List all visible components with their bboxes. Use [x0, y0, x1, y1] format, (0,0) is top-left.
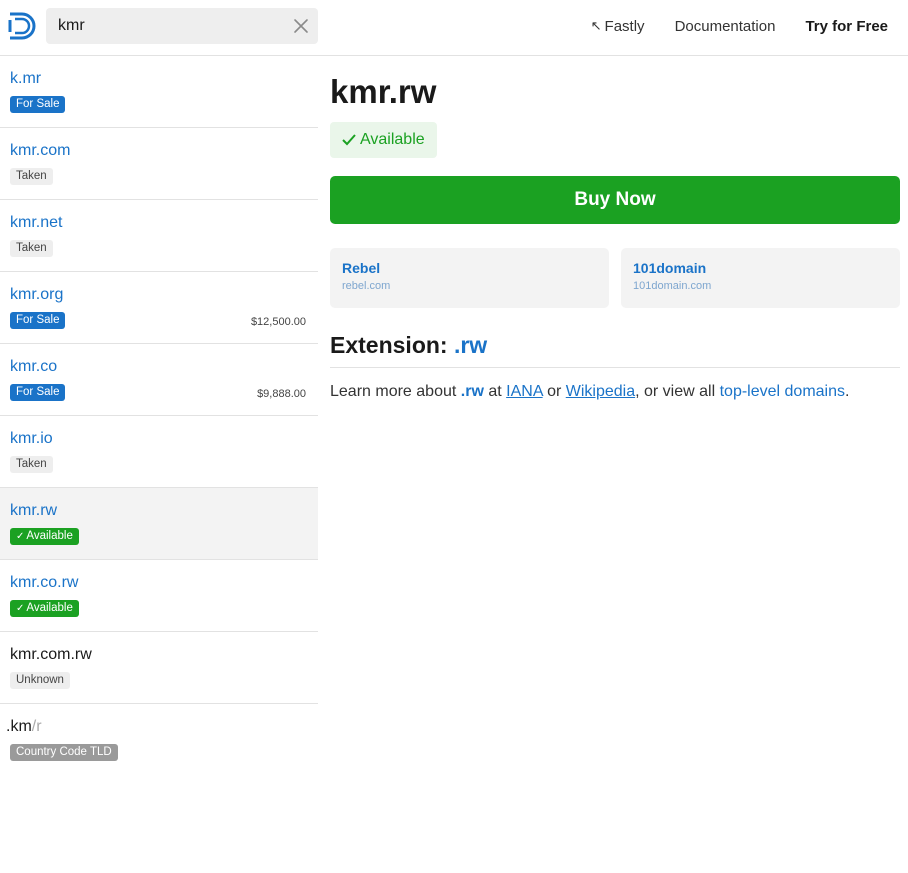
status-badge: For Sale [10, 384, 66, 401]
learn-ext: .rw [460, 383, 484, 400]
result-domain: kmr.net [10, 214, 63, 231]
tld-suffix: /r [31, 718, 42, 735]
status-badge: For Sale [10, 312, 66, 329]
registrar-card[interactable]: 101domain 101domain.com [621, 248, 900, 308]
search-box [46, 8, 318, 44]
result-domain: k.mr [10, 70, 42, 87]
fastly-label: Fastly [604, 17, 645, 35]
wikipedia-link[interactable]: Wikipedia [566, 383, 635, 400]
status-badge: ✓ Available [10, 528, 79, 545]
result-row-selected[interactable]: kmr.rw ✓ Available [0, 488, 318, 560]
domain-detail: kmr.rw Available Buy Now Rebel rebel.com… [330, 56, 900, 402]
result-row[interactable]: kmr.io Taken [0, 416, 318, 488]
status-label: Available [26, 602, 73, 614]
learn-prefix: Learn more about [330, 383, 457, 400]
tld-name: .km/r [6, 718, 308, 738]
result-row[interactable]: k.mr For Sale [0, 56, 318, 128]
status-badge: Unknown [10, 672, 70, 689]
status-badge: Taken [10, 168, 53, 185]
result-domain: kmr.co [10, 358, 58, 375]
status-badge: ✓ Available [10, 600, 79, 617]
result-domain: kmr.com.rw [10, 646, 92, 663]
learn-at: at [488, 383, 502, 400]
result-row[interactable]: kmr.co For Sale $9,888.00 [0, 344, 318, 416]
result-domain: kmr.org [10, 286, 64, 303]
documentation-link[interactable]: Documentation [675, 18, 776, 35]
learn-more-text: Learn more about .rw at IANA or Wikipedi… [330, 382, 900, 402]
buy-now-button[interactable]: Buy Now [330, 176, 900, 224]
result-domain: kmr.com [10, 142, 71, 159]
top-bar: ↖ Fastly Documentation Try for Free [0, 0, 908, 56]
result-row[interactable]: kmr.net Taken [0, 200, 318, 272]
fastly-arrow-icon: ↖ [590, 18, 602, 33]
registrar-url: 101domain.com [633, 280, 712, 292]
tld-main: .km [6, 718, 32, 735]
learn-view-all: , or view all [635, 383, 716, 400]
registrar-name: 101domain [633, 260, 707, 276]
check-icon [342, 134, 356, 146]
logo-icon[interactable] [7, 10, 39, 42]
availability-pill: Available [330, 122, 437, 158]
iana-link[interactable]: IANA [506, 383, 542, 400]
extension-value: .rw [453, 332, 488, 358]
result-price: $9,888.00 [257, 388, 306, 400]
check-icon: ✓ [16, 531, 25, 542]
result-row[interactable]: kmr.com Taken [0, 128, 318, 200]
status-badge: Taken [10, 240, 53, 257]
extension-label: Extension: [330, 332, 448, 358]
status-label: Available [26, 530, 73, 542]
result-row[interactable]: kmr.org For Sale $12,500.00 [0, 272, 318, 344]
status-badge: Taken [10, 456, 53, 473]
top-nav: ↖ Fastly Documentation Try for Free [591, 0, 888, 52]
fastly-link[interactable]: ↖ Fastly [591, 18, 645, 35]
result-domain: kmr.co.rw [10, 574, 79, 591]
registrar-name: Rebel [342, 260, 381, 276]
result-row[interactable]: kmr.com.rw Unknown [0, 632, 318, 704]
tld-badge: Country Code TLD [10, 744, 118, 761]
extension-heading: Extension: .rw [330, 332, 900, 368]
registrar-list: Rebel rebel.com 101domain 101domain.com [330, 248, 900, 308]
result-domain: kmr.rw [10, 502, 58, 519]
results-list: k.mr For Sale kmr.com Taken kmr.net Take… [0, 56, 318, 776]
learn-end: . [845, 383, 850, 400]
status-badge: For Sale [10, 96, 66, 113]
availability-label: Available [360, 131, 425, 148]
tld-row[interactable]: .km/r Country Code TLD [0, 704, 318, 776]
learn-or: or [547, 383, 562, 400]
result-domain: kmr.io [10, 430, 53, 447]
domain-title: kmr.rw [330, 73, 437, 110]
try-free-link[interactable]: Try for Free [805, 18, 888, 35]
registrar-card[interactable]: Rebel rebel.com [330, 248, 609, 308]
result-row[interactable]: kmr.co.rw ✓ Available [0, 560, 318, 632]
search-input[interactable] [46, 8, 286, 44]
check-icon: ✓ [16, 603, 25, 614]
registrar-url: rebel.com [342, 280, 391, 292]
clear-icon[interactable] [292, 17, 310, 35]
tld-list-link[interactable]: top-level domains [720, 383, 845, 400]
result-price: $12,500.00 [250, 316, 306, 328]
